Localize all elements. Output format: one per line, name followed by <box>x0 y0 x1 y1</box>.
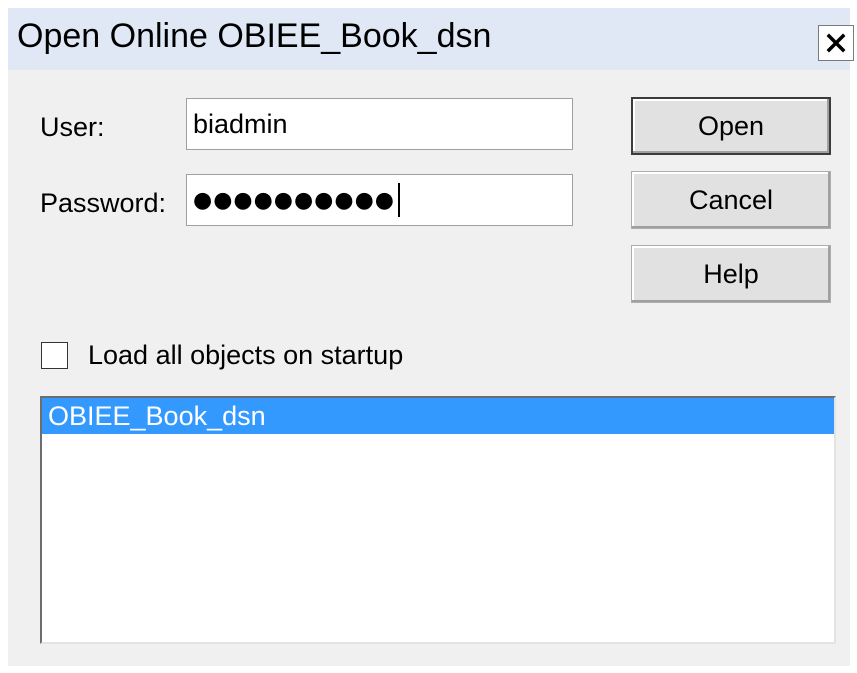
list-item[interactable]: OBIEE_Book_dsn <box>42 398 834 434</box>
dsn-listbox[interactable]: OBIEE_Book_dsn <box>40 396 836 644</box>
list-item-label: OBIEE_Book_dsn <box>48 400 266 431</box>
open-online-dialog: Open Online OBIEE_Book_dsn User: biadmin… <box>0 0 857 673</box>
password-label: Password: <box>40 188 167 218</box>
user-input[interactable]: biadmin <box>186 98 573 150</box>
close-button[interactable] <box>818 25 854 61</box>
title-bar: Open Online OBIEE_Book_dsn <box>8 8 854 70</box>
user-label: User: <box>40 112 105 142</box>
dialog-title: Open Online OBIEE_Book_dsn <box>17 17 492 55</box>
password-input[interactable]: ●●●●●●●●●● <box>186 174 573 226</box>
load-all-label: Load all objects on startup <box>88 340 404 370</box>
close-icon <box>826 33 846 53</box>
cancel-button[interactable]: Cancel <box>631 171 831 229</box>
dialog-body: User: biadmin Password: ●●●●●●●●●● Open … <box>8 70 850 666</box>
help-button[interactable]: Help <box>631 245 831 303</box>
open-button[interactable]: Open <box>631 97 831 155</box>
text-caret <box>397 183 400 217</box>
load-all-checkbox[interactable] <box>41 342 68 369</box>
user-input-value: biadmin <box>193 108 288 139</box>
password-mask: ●●●●●●●●●● <box>193 187 395 213</box>
